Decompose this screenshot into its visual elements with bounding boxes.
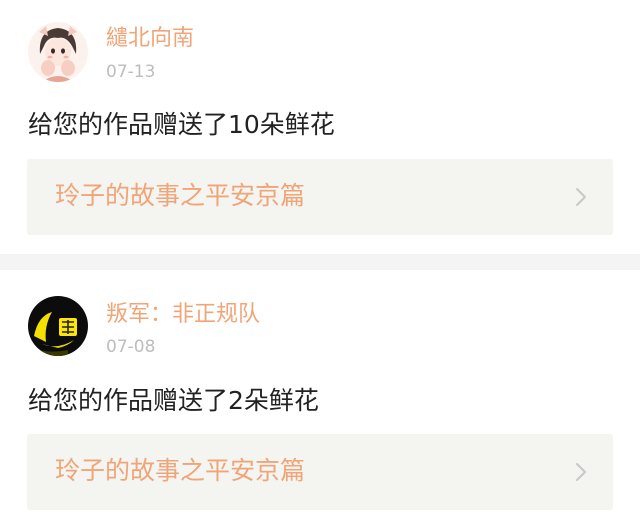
- work-title: 玲子的故事之平安京篇: [55, 456, 306, 485]
- chevron-right-icon: [576, 188, 586, 206]
- gift-notification-feed: 繾北向南 07-13 给您的作品赠送了10朵鲜花 玲子的故事之平安京篇 叛军：非…: [0, 0, 640, 526]
- avatar[interactable]: [28, 296, 88, 356]
- timestamp: 07-08: [106, 337, 156, 357]
- gift-message: 给您的作品赠送了10朵鲜花: [28, 110, 335, 139]
- work-link[interactable]: 玲子的故事之平安京篇: [27, 159, 613, 235]
- username[interactable]: 繾北向南: [106, 26, 194, 52]
- anime-girl-avatar-icon: [28, 22, 88, 82]
- work-title: 玲子的故事之平安京篇: [55, 181, 306, 210]
- dark-yellow-glow-avatar-icon: [28, 296, 88, 356]
- avatar[interactable]: [28, 22, 88, 82]
- notification-card: 叛军：非正规队 07-08 给您的作品赠送了2朵鲜花 玲子的故事之平安京篇: [0, 270, 640, 526]
- username[interactable]: 叛军：非正规队: [106, 302, 260, 328]
- chevron-right-icon: [576, 463, 586, 481]
- gift-message: 给您的作品赠送了2朵鲜花: [28, 386, 319, 415]
- work-link[interactable]: 玲子的故事之平安京篇: [27, 434, 613, 510]
- timestamp: 07-13: [106, 62, 156, 82]
- notification-card: 繾北向南 07-13 给您的作品赠送了10朵鲜花 玲子的故事之平安京篇: [0, 0, 640, 254]
